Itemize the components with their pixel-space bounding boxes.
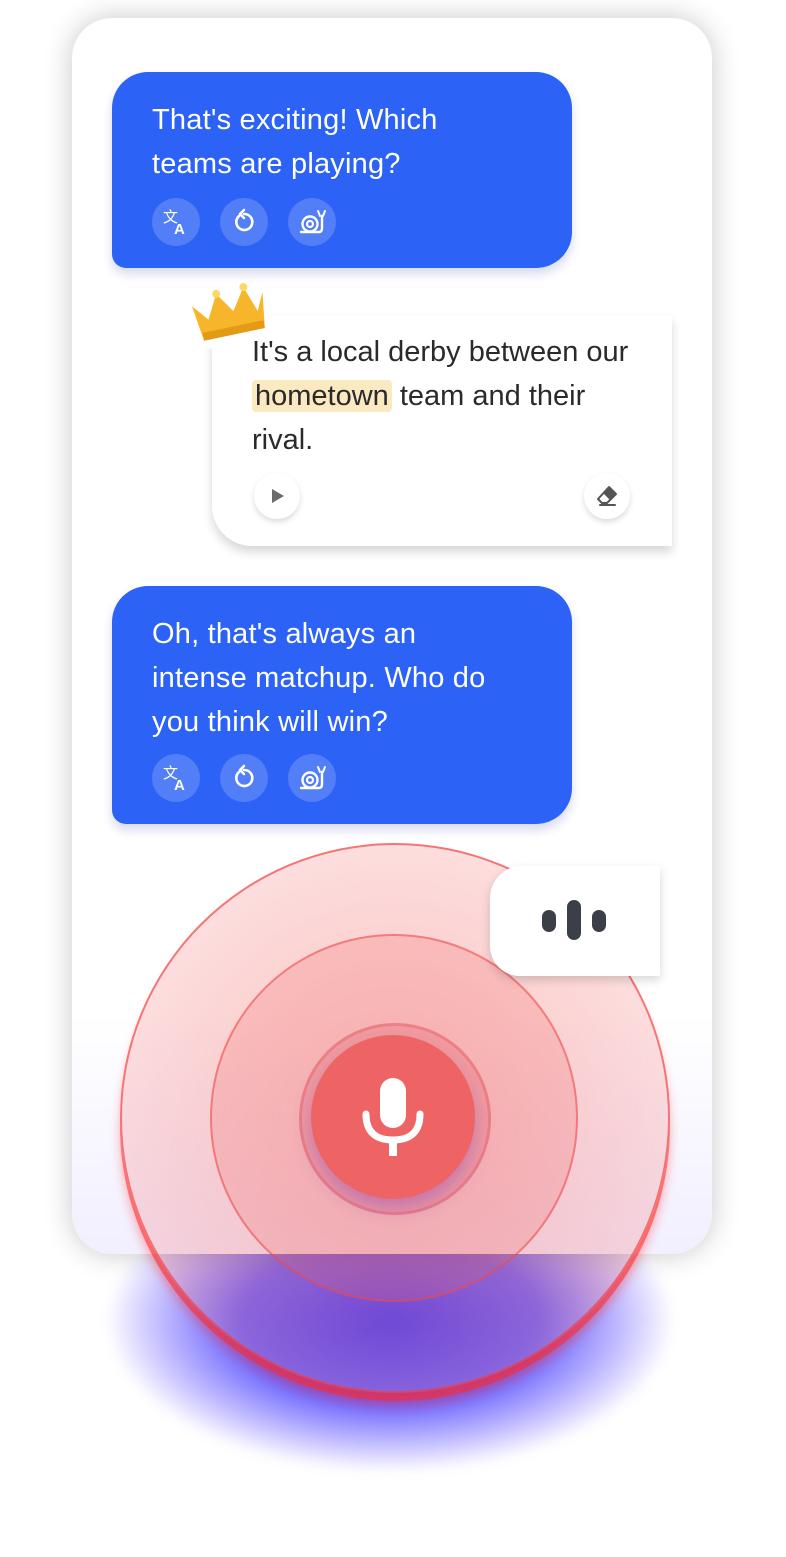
ai-message-actions: 文 A	[152, 754, 336, 802]
play-button[interactable]	[254, 473, 300, 519]
user-message-text: It's a local derby between our hometown …	[252, 330, 642, 462]
replay-icon	[235, 208, 254, 232]
ai-message-text: That's exciting! Which teams are playing…	[152, 98, 532, 186]
message-line: intense matchup. Who do	[152, 662, 486, 694]
message-text: It's a local derby between our	[252, 336, 629, 368]
translate-icon: 文 A	[163, 208, 185, 237]
translate-button[interactable]: 文 A	[152, 198, 200, 246]
highlighted-word[interactable]: hometown	[252, 380, 392, 412]
play-icon	[272, 489, 284, 503]
erase-button[interactable]	[584, 473, 630, 519]
svg-text:A: A	[174, 221, 185, 237]
voice-wave-icon	[542, 900, 606, 940]
message-line: That's exciting! Which	[152, 104, 438, 136]
message-line: you think will win?	[152, 706, 388, 738]
replay-icon	[235, 764, 254, 788]
translate-icon: 文 A	[163, 764, 185, 793]
ai-message-bubble: Oh, that's always an intense matchup. Wh…	[112, 586, 572, 824]
svg-text:A: A	[174, 777, 185, 793]
message-line: teams are playing?	[152, 148, 401, 180]
translate-button[interactable]: 文 A	[152, 754, 200, 802]
message-line: Oh, that's always an	[152, 618, 417, 650]
snail-icon	[299, 210, 326, 234]
snail-icon	[299, 766, 326, 790]
replay-button[interactable]	[220, 754, 268, 802]
microphone-icon	[362, 1078, 424, 1156]
eraser-icon	[597, 486, 617, 506]
ai-message-bubble: That's exciting! Which teams are playing…	[112, 72, 572, 268]
user-message-bubble: It's a local derby between our hometown …	[212, 316, 672, 546]
ai-message-actions: 文 A	[152, 198, 336, 246]
slow-playback-button[interactable]	[288, 754, 336, 802]
voice-activity-card	[490, 866, 660, 976]
microphone-button[interactable]	[311, 1035, 475, 1199]
replay-button[interactable]	[220, 198, 268, 246]
ai-message-text: Oh, that's always an intense matchup. Wh…	[152, 612, 532, 744]
slow-playback-button[interactable]	[288, 198, 336, 246]
